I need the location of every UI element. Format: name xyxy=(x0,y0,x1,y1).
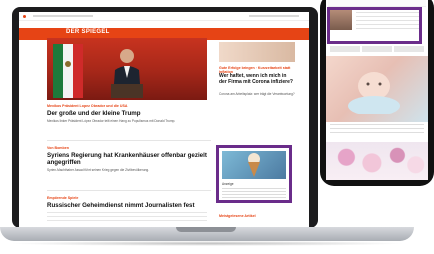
speaker-photo xyxy=(111,49,143,98)
browser-topbar xyxy=(19,12,309,21)
hero-image[interactable] xyxy=(47,38,207,100)
article-headline[interactable]: Russischer Geheimdienst nimmt Journalist… xyxy=(47,202,207,209)
divider xyxy=(47,140,211,141)
nav-links[interactable] xyxy=(33,15,93,17)
side-thumbnail[interactable] xyxy=(219,42,295,62)
article-kicker: Von Bomben xyxy=(47,146,69,150)
laptop-shadow xyxy=(8,241,406,246)
side-headline[interactable]: Wer haftet, wenn ich mich in der Firma m… xyxy=(219,73,295,85)
nav-account[interactable] xyxy=(249,15,299,17)
flowers-photo[interactable] xyxy=(326,142,428,180)
ad-highlight[interactable]: Anzeige xyxy=(216,145,292,203)
phone-ad-highlight[interactable] xyxy=(327,7,422,44)
section-label: Meistgelesene Artikel xyxy=(219,214,256,218)
divider xyxy=(47,190,211,191)
ad-image[interactable] xyxy=(222,151,286,179)
baby-illustration xyxy=(348,72,400,114)
site-logo[interactable]: DER SPIEGEL xyxy=(66,29,110,35)
ad-label: Anzeige xyxy=(222,182,234,186)
ad-text xyxy=(222,188,286,198)
menu-icon[interactable] xyxy=(23,15,26,18)
article-kicker: Mexikos Präsident Lopez Obrador und die … xyxy=(47,104,128,108)
article-headline[interactable]: Der große und der kleine Trump xyxy=(47,110,207,117)
flag-icon xyxy=(53,44,83,98)
side-body: Corona am Arbeitsplatz: wer trägt die Ve… xyxy=(219,92,295,96)
article-body: Syrien-Machthaber Assad führt seinen Kri… xyxy=(47,168,150,172)
phone-caption xyxy=(330,46,424,52)
article-kicker: Empörende Spiele xyxy=(47,196,79,200)
phone-text xyxy=(330,124,424,136)
phone-topbar xyxy=(328,0,426,7)
ice-cream-icon xyxy=(248,153,260,177)
article-body xyxy=(47,212,207,222)
article-headline[interactable]: Syriens Regierung hat Krankenhäuser offe… xyxy=(47,152,207,166)
baby-photo[interactable] xyxy=(326,56,428,122)
article-body: Mexikos linker Präsident López Obrador t… xyxy=(47,119,176,123)
laptop-notch xyxy=(176,227,236,232)
